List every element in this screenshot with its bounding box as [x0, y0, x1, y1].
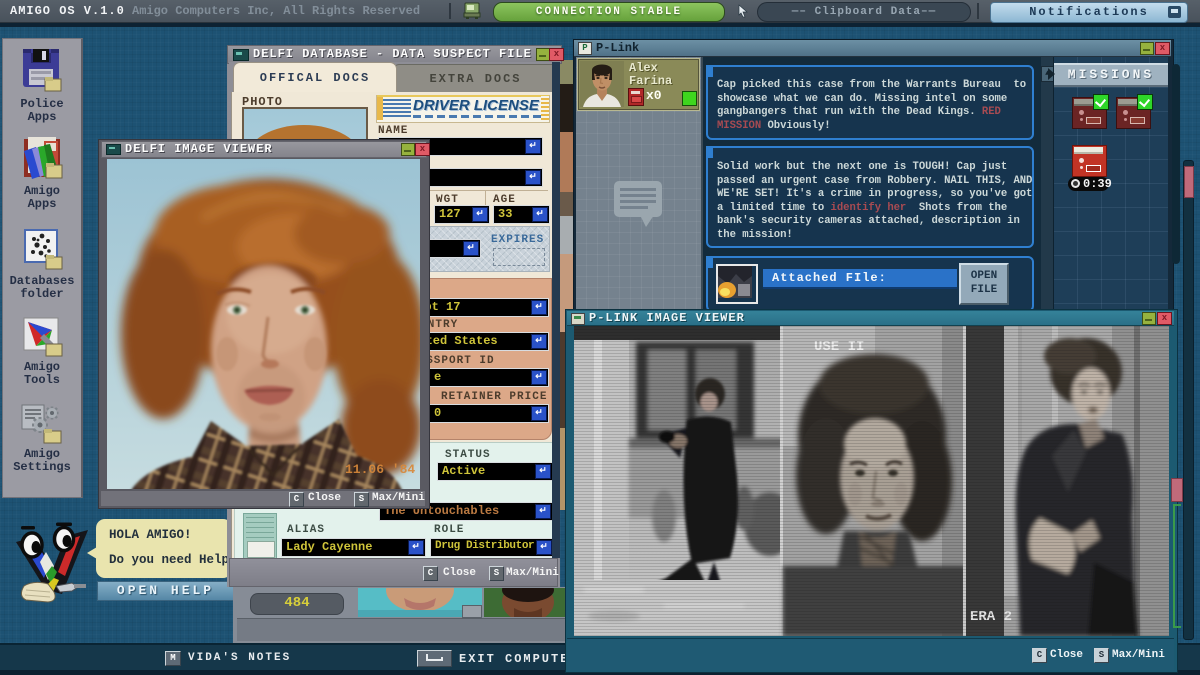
svg-text:11.06 ′84: 11.06 ′84	[345, 462, 415, 477]
